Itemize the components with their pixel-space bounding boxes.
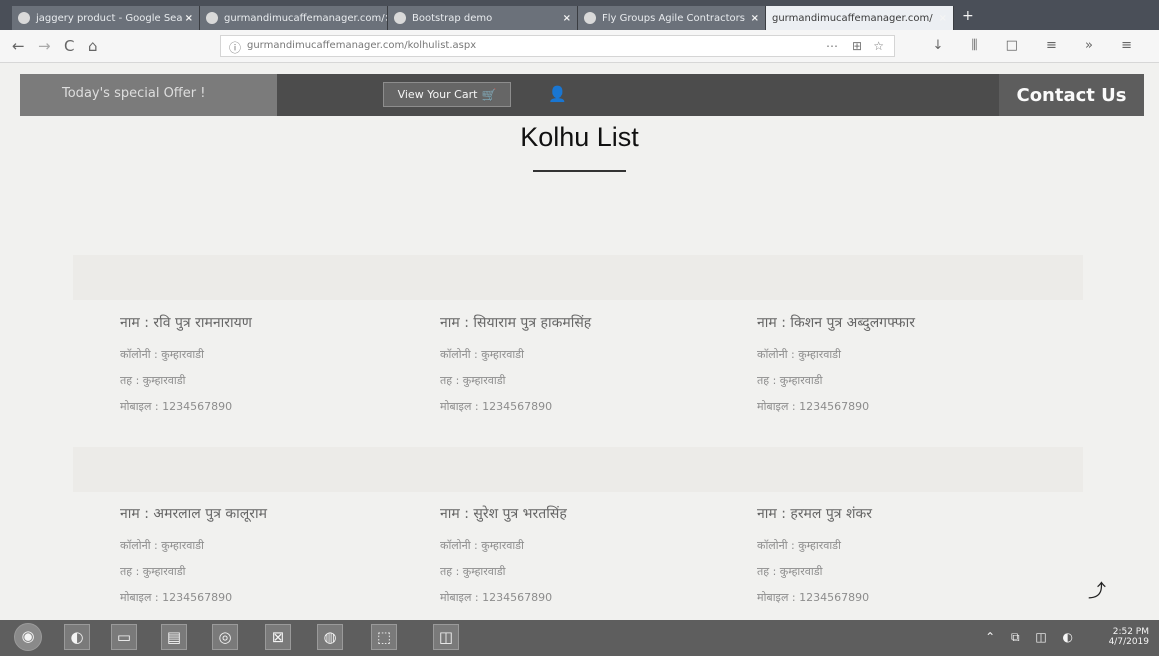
tab-bootstrap-demo[interactable]: Bootstrap demo × bbox=[388, 6, 578, 30]
pocket-icon[interactable]: ⊞ bbox=[852, 39, 862, 53]
browser-navigation-bar: ← → C ⌂ ⓘ gurmandimucaffemanager.com/kol… bbox=[0, 30, 1159, 63]
card-line: कॉलोनी : कुम्हारवाडी bbox=[120, 539, 204, 552]
close-icon[interactable]: × bbox=[185, 13, 193, 24]
card-line: मोबाइल : 1234567890 bbox=[120, 591, 233, 604]
site-favicon-icon bbox=[584, 12, 596, 24]
user-icon[interactable]: 👤 bbox=[548, 85, 567, 103]
clock-date: 4/7/2019 bbox=[1108, 637, 1149, 647]
cart-icon: 🛒 bbox=[481, 87, 497, 102]
bookmark-star-icon[interactable]: ☆ bbox=[873, 39, 884, 53]
taskbar-app-8[interactable]: ◫ bbox=[433, 624, 459, 650]
page-actions-icon[interactable]: ⋯ bbox=[826, 39, 838, 53]
card-line: मोबाइल : 1234567890 bbox=[757, 591, 870, 604]
start-button[interactable]: ◉ bbox=[14, 623, 42, 651]
browser-tab-bar: jaggery product - Google Sea × gurmandim… bbox=[0, 0, 1159, 30]
card-line: मोबाइल : 1234567890 bbox=[757, 400, 870, 413]
card-line: कॉलोनी : कुम्हारवाडी bbox=[440, 539, 524, 552]
card-name: नाम : हरमल पुत्र शंकर bbox=[757, 506, 872, 522]
special-offer-label: Today's special Offer ! bbox=[62, 86, 206, 101]
tab-label: Fly Groups Agile Contractors bbox=[602, 12, 745, 24]
content-band bbox=[73, 447, 1083, 492]
card-line: कॉलोनी : कुम्हारवाडी bbox=[120, 348, 204, 361]
tab-label: Bootstrap demo bbox=[412, 12, 493, 24]
new-tab-button[interactable]: + bbox=[962, 8, 974, 24]
contact-us-button[interactable]: Contact Us bbox=[999, 74, 1144, 116]
title-underline bbox=[533, 170, 626, 172]
tab-label: jaggery product - Google Sea bbox=[36, 12, 183, 24]
tab-jaggery-search[interactable]: jaggery product - Google Sea × bbox=[12, 6, 200, 30]
tab-label: gurmandimucaffemanager.com/ bbox=[224, 12, 385, 24]
close-icon[interactable]: × bbox=[939, 13, 947, 24]
card-line: कॉलोनी : कुम्हारवाडी bbox=[757, 539, 841, 552]
card-line: मोबाइल : 1234567890 bbox=[440, 591, 553, 604]
bootstrap-favicon-icon bbox=[394, 12, 406, 24]
view-cart-label: View Your Cart bbox=[397, 88, 478, 101]
site-favicon-icon bbox=[206, 12, 218, 24]
taskbar-visual-studio-icon[interactable]: ⊠ bbox=[265, 624, 291, 650]
taskbar-chrome-icon[interactable]: ◎ bbox=[212, 624, 238, 650]
card-name: नाम : अमरलाल पुत्र कालूराम bbox=[120, 506, 267, 522]
contact-us-label: Contact Us bbox=[1016, 84, 1127, 106]
close-icon[interactable]: × bbox=[563, 13, 571, 24]
card-line: तह : कुम्हारवाडी bbox=[757, 565, 823, 578]
taskbar-app-2[interactable]: ▭ bbox=[111, 624, 137, 650]
card-line: कॉलोनी : कुम्हारवाडी bbox=[440, 348, 524, 361]
share-icon[interactable]: ⤴ bbox=[1088, 577, 1108, 602]
back-button[interactable]: ← bbox=[12, 37, 25, 55]
google-favicon-icon bbox=[18, 12, 30, 24]
tab-gurmandi[interactable]: gurmandimucaffemanager.com/ × bbox=[200, 6, 388, 30]
kolhu-card: नाम : रवि पुत्र रामनारायण कॉलोनी : कुम्ह… bbox=[120, 313, 370, 414]
card-name: नाम : किशन पुत्र अब्दुलगफ्फार bbox=[757, 315, 915, 331]
card-line: तह : कुम्हारवाडी bbox=[440, 565, 506, 578]
home-button[interactable]: ⌂ bbox=[88, 37, 98, 55]
card-name: नाम : सुरेश पुत्र भरतसिंह bbox=[440, 506, 567, 522]
taskbar-app-1[interactable]: ◐ bbox=[64, 624, 90, 650]
kolhu-card: नाम : सुरेश पुत्र भरतसिंह कॉलोनी : कुम्ह… bbox=[440, 504, 690, 605]
card-line: तह : कुम्हारवाडी bbox=[757, 374, 823, 387]
site-navbar: Today's special Offer ! View Your Cart 🛒… bbox=[20, 74, 1144, 116]
card-line: तह : कुम्हारवाडी bbox=[120, 565, 186, 578]
browser-toolbar-icons[interactable]: ↓ ⫼ □ ≡ » ≡ bbox=[932, 38, 1144, 53]
card-line: मोबाइल : 1234567890 bbox=[120, 400, 233, 413]
url-text: gurmandimucaffemanager.com/kolhulist.asp… bbox=[247, 40, 477, 51]
taskbar-clock[interactable]: 2:52 PM 4/7/2019 bbox=[1089, 627, 1149, 647]
system-tray-icons[interactable]: ⌃ ⧉ ◫ ◐ bbox=[985, 630, 1079, 645]
kolhu-card: नाम : अमरलाल पुत्र कालूराम कॉलोनी : कुम्… bbox=[120, 504, 370, 605]
taskbar-app-3[interactable]: ▤ bbox=[161, 624, 187, 650]
card-name: नाम : रवि पुत्र रामनारायण bbox=[120, 315, 252, 331]
tab-active-gurmandi[interactable]: gurmandimucaffemanager.com/ × bbox=[766, 6, 954, 30]
kolhu-card: नाम : हरमल पुत्र शंकर कॉलोनी : कुम्हारवा… bbox=[757, 504, 1007, 605]
tab-label: gurmandimucaffemanager.com/ bbox=[772, 12, 933, 24]
url-field[interactable]: ⓘ gurmandimucaffemanager.com/kolhulist.a… bbox=[220, 35, 895, 57]
clock-time: 2:52 PM bbox=[1112, 627, 1149, 637]
tab-fly-groups[interactable]: Fly Groups Agile Contractors × bbox=[578, 6, 766, 30]
page-title: Kolhu List bbox=[520, 122, 639, 152]
kolhu-card: नाम : किशन पुत्र अब्दुलगफ्फार कॉलोनी : क… bbox=[757, 313, 1007, 414]
card-line: तह : कुम्हारवाडी bbox=[440, 374, 506, 387]
reload-button[interactable]: C bbox=[64, 37, 74, 55]
special-offer-link[interactable]: Today's special Offer ! bbox=[20, 74, 277, 116]
card-line: मोबाइल : 1234567890 bbox=[440, 400, 553, 413]
view-cart-button[interactable]: View Your Cart 🛒 bbox=[383, 82, 511, 107]
kolhu-card: नाम : सियाराम पुत्र हाकमसिंह कॉलोनी : कु… bbox=[440, 313, 690, 414]
card-line: कॉलोनी : कुम्हारवाडी bbox=[757, 348, 841, 361]
taskbar-pdf-icon[interactable]: ⬚ bbox=[371, 624, 397, 650]
close-icon[interactable]: × bbox=[751, 13, 759, 24]
taskbar-app-6[interactable]: ◍ bbox=[317, 624, 343, 650]
card-name: नाम : सियाराम पुत्र हाकमसिंह bbox=[440, 315, 592, 331]
card-line: तह : कुम्हारवाडी bbox=[120, 374, 186, 387]
content-band bbox=[73, 255, 1083, 300]
info-icon[interactable]: ⓘ bbox=[229, 39, 241, 56]
forward-button[interactable]: → bbox=[38, 37, 51, 55]
windows-taskbar: ◉ ◐ ▭ ▤ ◎ ⊠ ◍ ⬚ ◫ ⌃ ⧉ ◫ ◐ 2:52 PM 4/7/20… bbox=[0, 620, 1159, 656]
